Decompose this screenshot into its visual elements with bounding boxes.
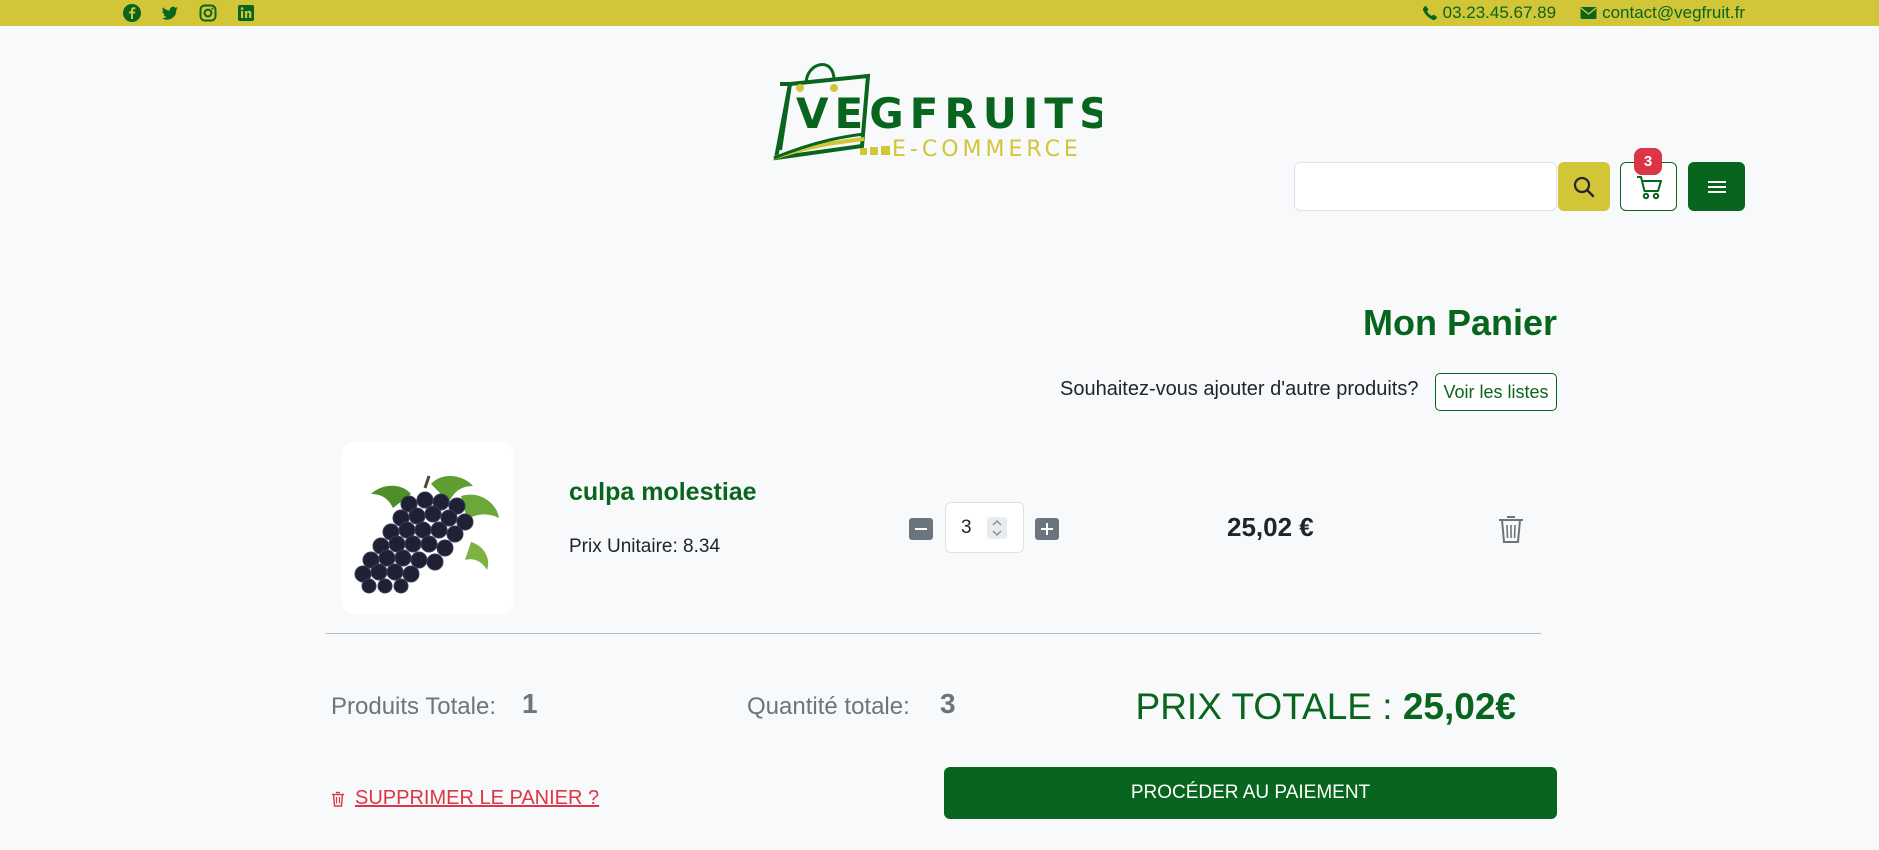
view-lists-button[interactable]: Voir les listes	[1435, 373, 1557, 411]
quantity-input[interactable]: 3	[945, 502, 1024, 553]
products-total-label: Produits Totale:	[331, 693, 496, 720]
delete-cart-label: SUPPRIMER LE PANIER ?	[355, 787, 600, 809]
quantity-total-label: Quantité totale:	[747, 693, 910, 720]
decrease-quantity-button[interactable]	[909, 518, 933, 540]
trash-icon[interactable]	[1497, 514, 1525, 544]
top-bar: 03.23.45.67.89 contact@vegfruit.fr	[0, 0, 1879, 26]
add-products-prompt: Souhaitez-vous ajouter d'autre produits?	[1060, 378, 1419, 400]
quantity-spinner[interactable]	[987, 517, 1007, 539]
quantity-total-value: 3	[940, 688, 956, 719]
hamburger-icon	[1707, 180, 1726, 193]
envelope-icon	[1580, 7, 1597, 19]
product-name[interactable]: culpa molestiae	[569, 478, 757, 507]
product-image	[341, 442, 514, 614]
divider	[326, 633, 1541, 634]
increase-quantity-button[interactable]	[1035, 518, 1059, 540]
vegfruits-logo[interactable]: VEGFRUITS E-COMMERCE	[768, 54, 1102, 164]
phone-icon	[1422, 5, 1437, 20]
delete-cart-link[interactable]: SUPPRIMER LE PANIER ?	[331, 787, 599, 810]
quantity-value: 3	[961, 517, 972, 538]
social-links	[122, 3, 256, 23]
email-link[interactable]: contact@vegfruit.fr	[1580, 3, 1745, 23]
svg-text:E-COMMERCE: E-COMMERCE	[892, 137, 1082, 162]
grand-total-value: 25,02€	[1402, 686, 1516, 727]
phone-text: 03.23.45.67.89	[1442, 3, 1557, 22]
plus-icon	[1041, 523, 1053, 535]
minus-icon	[915, 528, 927, 530]
email-text: contact@vegfruit.fr	[1602, 3, 1745, 22]
page-title: Mon Panier	[1362, 302, 1557, 343]
search-button[interactable]	[1558, 162, 1610, 211]
grapes-image	[354, 475, 499, 594]
search-input[interactable]	[1294, 162, 1557, 211]
grand-total: PRIX TOTALE : 25,02€	[1136, 686, 1516, 728]
contact-info: 03.23.45.67.89 contact@vegfruit.fr	[1421, 0, 1745, 26]
unit-price: Prix Unitaire: 8.34	[569, 536, 721, 557]
instagram-icon[interactable]	[198, 3, 218, 23]
twitter-icon[interactable]	[160, 3, 180, 23]
linkedin-icon[interactable]	[236, 3, 256, 23]
line-total: 25,02 €	[1227, 512, 1314, 542]
menu-button[interactable]	[1688, 162, 1745, 211]
cart-icon	[1636, 175, 1662, 199]
facebook-icon[interactable]	[122, 3, 142, 23]
svg-text:VEGFRUITS: VEGFRUITS	[796, 89, 1102, 138]
checkout-button[interactable]: PROCÉDER AU PAIEMENT	[944, 767, 1557, 819]
grand-total-label: PRIX TOTALE :	[1135, 686, 1393, 727]
search-icon	[1573, 176, 1595, 197]
phone-link[interactable]: 03.23.45.67.89	[1421, 3, 1556, 23]
products-total-value: 1	[522, 688, 538, 719]
trash-small-icon	[332, 791, 344, 807]
spinner-arrows-icon	[992, 520, 1002, 536]
cart-count-badge: 3	[1634, 148, 1662, 175]
